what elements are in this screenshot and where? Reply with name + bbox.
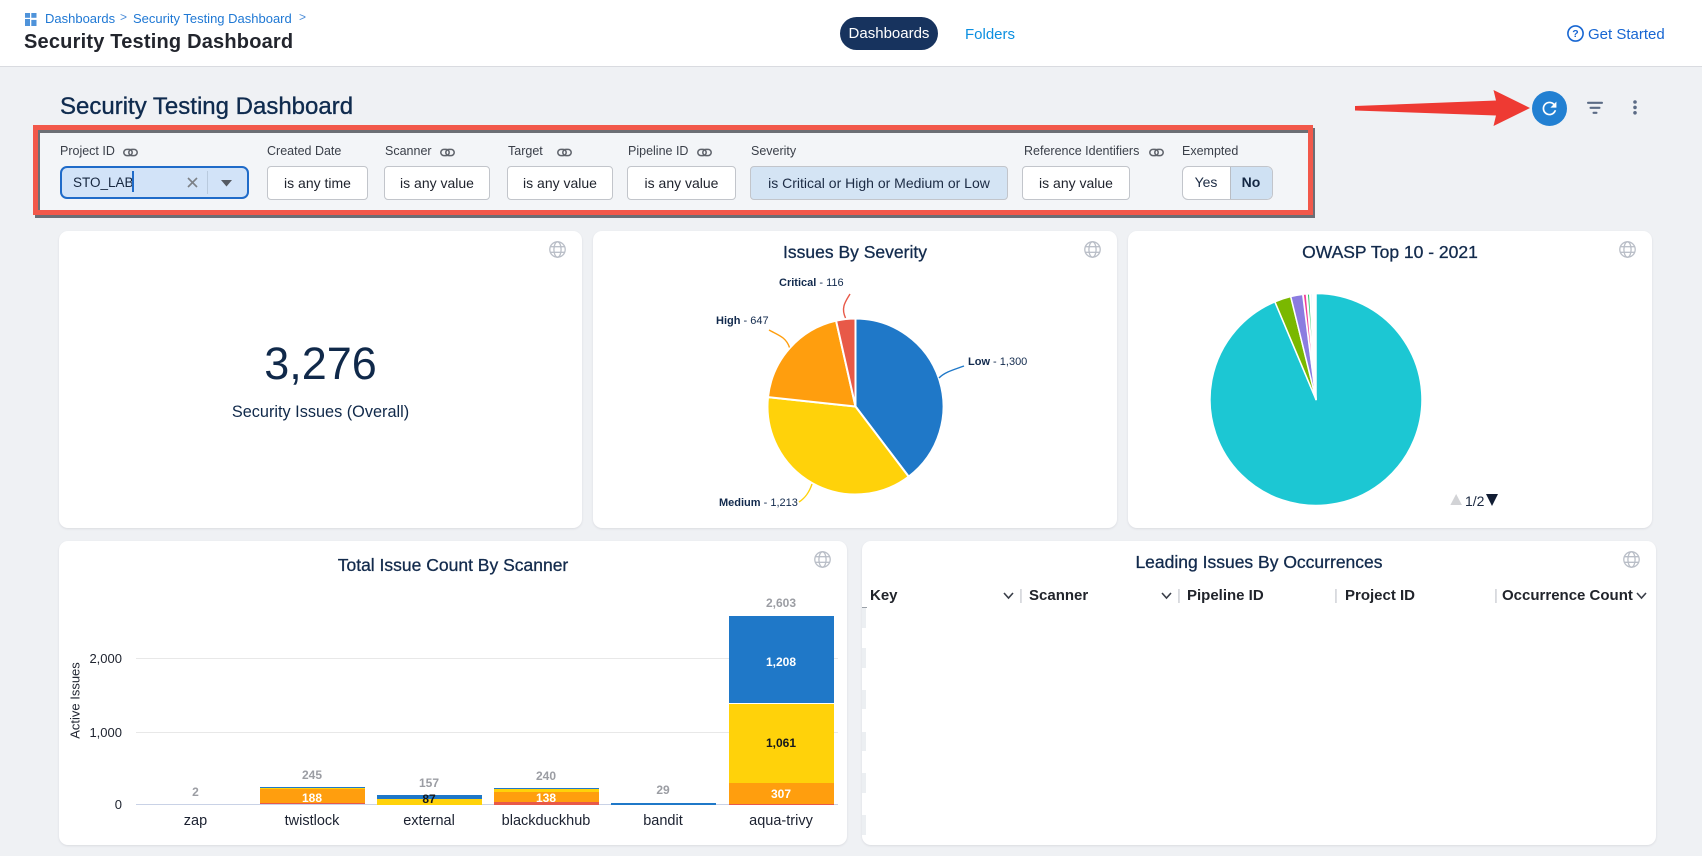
svg-text:?: ? [1572, 28, 1578, 40]
